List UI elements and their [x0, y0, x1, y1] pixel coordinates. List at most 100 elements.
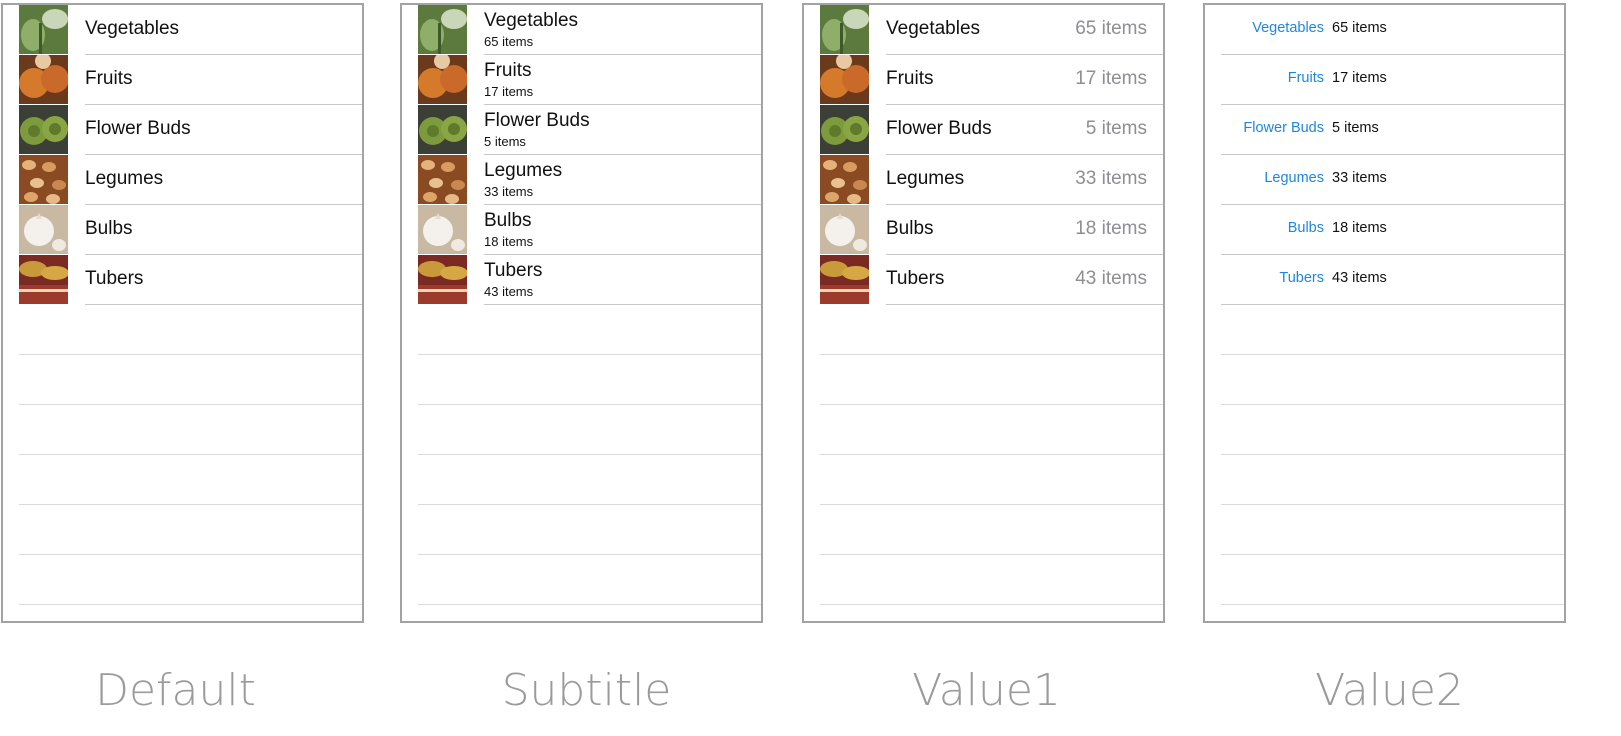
- cell-subtitle: 17 items: [484, 84, 534, 99]
- fruits-thumbnail: [19, 55, 68, 104]
- empty-row: [1205, 555, 1564, 605]
- flower-buds-thumbnail: [820, 105, 869, 154]
- cell-title: Bulbs: [1287, 220, 1324, 236]
- cell-detail: 43 items: [1075, 268, 1147, 289]
- cell-title: Flower Buds: [886, 118, 992, 139]
- empty-row: [804, 305, 1163, 355]
- cell-title: Vegetables: [484, 10, 579, 31]
- legumes-thumbnail: [19, 155, 68, 204]
- vegetables-thumbnail: [19, 5, 68, 54]
- list-item[interactable]: Flower Buds 5 items: [804, 105, 1163, 155]
- empty-row: [3, 355, 362, 405]
- list-item[interactable]: Vegetables 65 items: [402, 5, 761, 55]
- cell-title: Vegetables: [85, 18, 180, 39]
- list-item[interactable]: Fruits 17 items: [1205, 55, 1564, 105]
- empty-row: [3, 405, 362, 455]
- empty-row: [1205, 305, 1564, 355]
- list-item[interactable]: Fruits: [3, 55, 362, 105]
- row-separator: [418, 604, 761, 605]
- cell-detail: 17 items: [1075, 68, 1147, 89]
- empty-row: [1205, 405, 1564, 455]
- list-item[interactable]: Legumes: [3, 155, 362, 205]
- empty-row: [804, 405, 1163, 455]
- table-view-value2[interactable]: Vegetables 65 items Fruits 17 items Flow…: [1203, 3, 1566, 623]
- bulbs-thumbnail: [820, 205, 869, 254]
- cell-title: Flower Buds: [85, 118, 191, 139]
- cell-title: Legumes: [484, 160, 563, 181]
- legumes-thumbnail: [418, 155, 467, 204]
- cell-title: Tubers: [484, 260, 543, 281]
- empty-row: [402, 555, 761, 605]
- list-item[interactable]: Vegetables 65 items: [804, 5, 1163, 55]
- vegetables-thumbnail: [820, 5, 869, 54]
- cell-detail: 65 items: [1332, 20, 1387, 36]
- tubers-thumbnail: [19, 255, 68, 304]
- fruits-thumbnail: [418, 55, 467, 104]
- list-item[interactable]: Bulbs 18 items: [402, 205, 761, 255]
- cell-title: Legumes: [1264, 170, 1324, 186]
- cell-subtitle: 5 items: [484, 134, 526, 149]
- style-caption-subtitle: Subtitle: [501, 665, 672, 716]
- table-view-subtitle[interactable]: Vegetables 65 items Fruits 17 items Flow…: [400, 3, 763, 623]
- cell-title: Tubers: [85, 268, 144, 289]
- table-view-value1[interactable]: Vegetables 65 items Fruits 17 items Flow…: [802, 3, 1165, 623]
- list-item[interactable]: Fruits 17 items: [804, 55, 1163, 105]
- list-item[interactable]: Vegetables 65 items: [1205, 5, 1564, 55]
- row-separator: [1221, 604, 1564, 605]
- empty-row: [1205, 355, 1564, 405]
- style-caption-value2: Value2: [1315, 665, 1464, 716]
- list-item[interactable]: Tubers 43 items: [804, 255, 1163, 305]
- list-item[interactable]: Fruits 17 items: [402, 55, 761, 105]
- row-separator: [820, 604, 1163, 605]
- cell-detail: 18 items: [1332, 220, 1387, 236]
- vegetables-thumbnail: [418, 5, 467, 54]
- cell-detail: 17 items: [1332, 70, 1387, 86]
- flower-buds-thumbnail: [418, 105, 467, 154]
- list-item[interactable]: Legumes 33 items: [804, 155, 1163, 205]
- empty-row: [402, 305, 761, 355]
- list-item[interactable]: Tubers 43 items: [1205, 255, 1564, 305]
- empty-row: [3, 555, 362, 605]
- cell-title: Fruits: [85, 68, 133, 89]
- list-item[interactable]: Flower Buds 5 items: [1205, 105, 1564, 155]
- table-view-default[interactable]: Vegetables Fruits Flower Buds Legumes Bu…: [1, 3, 364, 623]
- empty-row: [804, 355, 1163, 405]
- list-item[interactable]: Tubers: [3, 255, 362, 305]
- cell-title: Flower Buds: [1243, 120, 1324, 136]
- cell-title: Vegetables: [1252, 20, 1324, 36]
- row-separator: [19, 604, 362, 605]
- list-item[interactable]: Vegetables: [3, 5, 362, 55]
- list-item[interactable]: Bulbs 18 items: [804, 205, 1163, 255]
- cell-title: Tubers: [886, 268, 945, 289]
- list-item[interactable]: Flower Buds 5 items: [402, 105, 761, 155]
- bulbs-thumbnail: [19, 205, 68, 254]
- empty-row: [1205, 505, 1564, 555]
- cell-detail: 5 items: [1332, 120, 1379, 136]
- empty-row: [3, 455, 362, 505]
- cell-title: Vegetables: [886, 18, 981, 39]
- bulbs-thumbnail: [418, 205, 467, 254]
- list-item[interactable]: Bulbs 18 items: [1205, 205, 1564, 255]
- tubers-thumbnail: [820, 255, 869, 304]
- cell-title: Bulbs: [886, 218, 934, 239]
- cell-detail: 43 items: [1332, 270, 1387, 286]
- fruits-thumbnail: [820, 55, 869, 104]
- cell-title: Fruits: [886, 68, 934, 89]
- list-item[interactable]: Legumes 33 items: [402, 155, 761, 205]
- list-item[interactable]: Legumes 33 items: [1205, 155, 1564, 205]
- cell-title: Fruits: [1287, 70, 1324, 86]
- cell-subtitle: 18 items: [484, 234, 534, 249]
- cell-title: Fruits: [484, 60, 532, 81]
- list-item[interactable]: Tubers 43 items: [402, 255, 761, 305]
- legumes-thumbnail: [820, 155, 869, 204]
- cell-title: Legumes: [85, 168, 164, 189]
- empty-row: [402, 405, 761, 455]
- cell-detail: 5 items: [1085, 118, 1147, 139]
- empty-row: [402, 355, 761, 405]
- flower-buds-thumbnail: [19, 105, 68, 154]
- empty-row: [3, 505, 362, 555]
- list-item[interactable]: Flower Buds: [3, 105, 362, 155]
- empty-row: [804, 455, 1163, 505]
- list-item[interactable]: Bulbs: [3, 205, 362, 255]
- cell-title: Flower Buds: [484, 110, 590, 131]
